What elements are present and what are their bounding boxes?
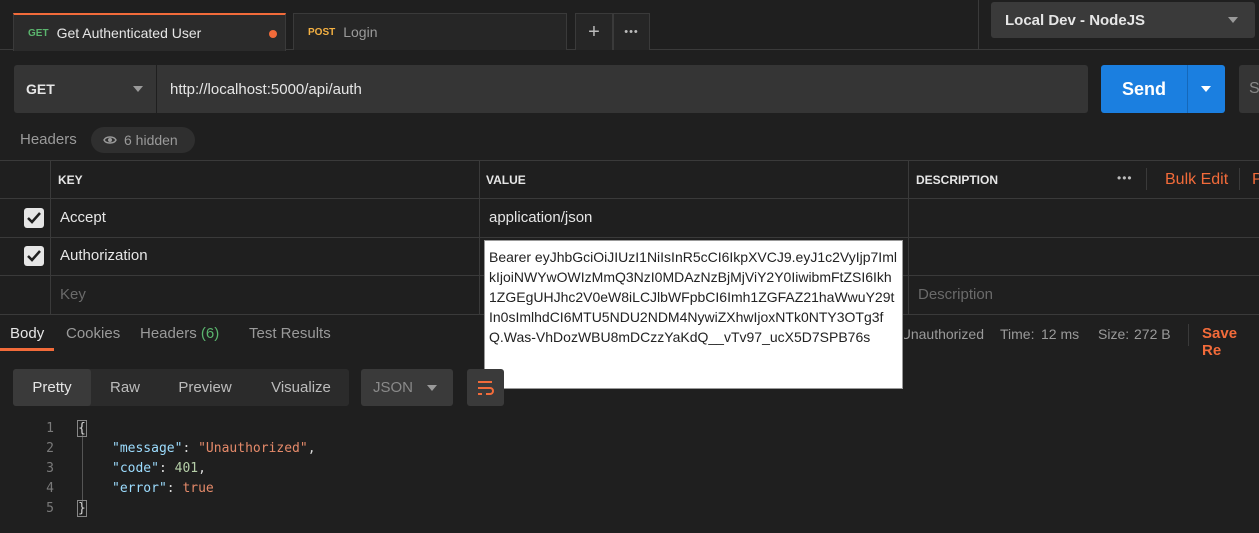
chevron-down-icon xyxy=(1228,17,1238,23)
divider xyxy=(978,0,979,50)
code-line-code: "code": 401, xyxy=(112,461,206,476)
checkmark-icon xyxy=(27,212,41,224)
code-open-brace: { xyxy=(77,420,87,437)
divider xyxy=(908,160,909,314)
format-label: JSON xyxy=(373,379,414,396)
tab-post-login[interactable]: POST Login xyxy=(293,13,567,50)
presets-link[interactable]: P xyxy=(1252,171,1259,189)
tab-options-button[interactable]: ••• xyxy=(613,13,650,50)
divider xyxy=(1187,65,1188,113)
eye-icon xyxy=(103,136,117,144)
divider xyxy=(0,237,1259,238)
divider xyxy=(0,160,1259,161)
view-visualize[interactable]: Visualize xyxy=(259,369,343,406)
code-line-message: "message": "Unauthorized", xyxy=(112,441,316,456)
send-label: Send xyxy=(1121,78,1166,99)
method-select[interactable]: GET xyxy=(14,65,156,113)
json-value: 401 xyxy=(174,461,199,476)
line-number: 5 xyxy=(46,501,54,516)
table-options-button[interactable]: ••• xyxy=(1117,171,1133,185)
line-number: 3 xyxy=(46,461,54,476)
new-description-input[interactable]: Description xyxy=(918,286,993,303)
indent-guide xyxy=(82,433,83,503)
view-preview[interactable]: Preview xyxy=(165,369,245,406)
header-value-accept[interactable]: application/json xyxy=(489,209,592,226)
response-size: 272 B xyxy=(1134,326,1171,342)
method-label: GET xyxy=(26,81,55,97)
divider xyxy=(1188,324,1189,346)
environment-label: Local Dev - NodeJS xyxy=(1005,11,1146,29)
chevron-down-icon xyxy=(133,86,143,92)
chevron-down-icon xyxy=(1201,86,1211,92)
response-status: Unauthorized xyxy=(904,326,984,342)
line-number: 2 xyxy=(46,441,54,456)
chevron-down-icon xyxy=(427,385,437,391)
size-label: Size: xyxy=(1098,326,1130,342)
tab-get-authenticated-user[interactable]: GET Get Authenticated User xyxy=(13,13,286,51)
json-key: "error" xyxy=(112,481,167,496)
view-raw[interactable]: Raw xyxy=(97,369,153,406)
row-checkbox-authorization[interactable] xyxy=(24,246,44,266)
save-label: S xyxy=(1249,80,1259,97)
save-response-button[interactable]: Save Re xyxy=(1202,325,1259,359)
send-options-button[interactable] xyxy=(1188,65,1225,113)
divider xyxy=(50,160,51,314)
response-time: 12 ms xyxy=(1041,326,1080,342)
bulk-edit-link[interactable]: Bulk Edit xyxy=(1165,171,1228,189)
tab-cookies[interactable]: Cookies xyxy=(66,325,120,342)
divider xyxy=(1239,168,1240,190)
tab-method: POST xyxy=(308,26,336,38)
headers-section-label: Headers xyxy=(20,131,77,148)
url-text: http://localhost:5000/api/auth xyxy=(170,80,362,98)
column-header-key: KEY xyxy=(58,173,83,187)
divider xyxy=(1146,168,1147,190)
plus-icon: + xyxy=(588,20,600,43)
new-tab-button[interactable]: + xyxy=(575,13,613,50)
line-number: 1 xyxy=(46,421,54,436)
column-header-description: DESCRIPTION xyxy=(916,173,999,187)
checkmark-icon xyxy=(27,250,41,262)
tab-bar: GET Get Authenticated User POST Login + … xyxy=(0,0,1259,51)
save-button[interactable]: S xyxy=(1239,65,1259,113)
json-key: "message" xyxy=(112,441,183,456)
row-checkbox-accept[interactable] xyxy=(24,208,44,228)
line-number: 4 xyxy=(46,481,54,496)
new-key-input[interactable]: Key xyxy=(60,286,86,303)
tab-test-results[interactable]: Test Results xyxy=(249,325,331,342)
send-button[interactable]: Send xyxy=(1101,65,1187,113)
view-pretty[interactable]: Pretty xyxy=(13,369,91,406)
tab-label: Login xyxy=(343,24,378,40)
code-line-error: "error": true xyxy=(112,481,214,496)
hidden-headers-toggle[interactable]: 6 hidden xyxy=(91,127,195,153)
format-select[interactable]: JSON xyxy=(361,369,453,406)
time-label: Time: xyxy=(1000,326,1035,342)
tab-label: Get Authenticated User xyxy=(56,25,202,41)
tab-response-headers[interactable]: Headers (6) xyxy=(140,325,219,342)
environment-select[interactable]: Local Dev - NodeJS xyxy=(991,2,1255,38)
active-tab-indicator xyxy=(0,348,54,351)
tab-label: Headers xyxy=(140,325,197,342)
wrap-lines-button[interactable] xyxy=(467,369,504,406)
json-value: true xyxy=(182,481,214,496)
column-header-value: VALUE xyxy=(486,173,526,187)
view-mode-switch: Pretty Raw Preview Visualize xyxy=(13,369,349,406)
divider xyxy=(479,160,480,314)
wrap-icon xyxy=(478,381,494,395)
hidden-count: 6 hidden xyxy=(124,132,178,148)
unsaved-dot-icon xyxy=(269,30,277,38)
authorization-value-editor[interactable]: Bearer eyJhbGciOiJIUzI1NiIsInR5cCI6IkpXV… xyxy=(484,240,903,389)
json-value: "Unauthorized" xyxy=(198,441,308,456)
headers-count: (6) xyxy=(200,325,220,342)
tab-body[interactable]: Body xyxy=(10,325,44,342)
divider xyxy=(0,198,1259,199)
header-key-authorization[interactable]: Authorization xyxy=(60,247,148,264)
url-input[interactable]: http://localhost:5000/api/auth xyxy=(157,65,1088,113)
code-close-brace: } xyxy=(77,500,87,517)
header-key-accept[interactable]: Accept xyxy=(60,209,106,226)
ellipsis-icon: ••• xyxy=(624,26,639,38)
tab-method: GET xyxy=(28,27,49,39)
json-key: "code" xyxy=(112,461,159,476)
